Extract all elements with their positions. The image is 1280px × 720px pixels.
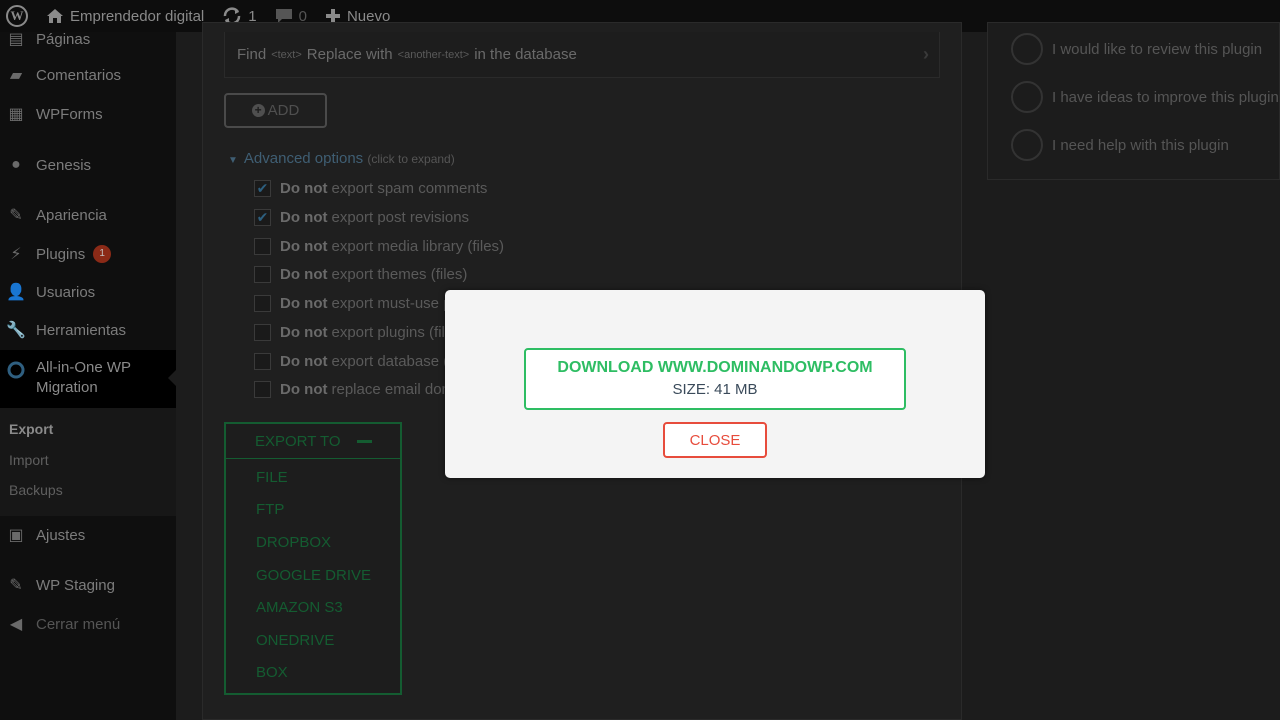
export-to-header[interactable]: EXPORT TO xyxy=(226,424,400,459)
option-post-revisions[interactable]: ✔ Do not export post revisions xyxy=(254,209,469,226)
users-icon: 👤 xyxy=(6,284,26,301)
tools-icon: 🔧 xyxy=(6,322,26,339)
appearance-icon: ✎ xyxy=(9,207,23,224)
submenu-backups[interactable]: Backups xyxy=(9,482,63,498)
minus-icon xyxy=(357,440,372,443)
radio-button[interactable] xyxy=(1011,81,1043,113)
wordpress-logo-icon: W xyxy=(6,5,28,27)
genesis-icon: ● xyxy=(11,156,21,173)
option-plugins[interactable]: Do not export plugins (file xyxy=(254,324,453,341)
close-button[interactable]: CLOSE xyxy=(663,422,767,458)
settings-icon: ▣ xyxy=(8,527,24,544)
radio-button[interactable] xyxy=(1011,33,1043,65)
option-themes[interactable]: Do not export themes (files) xyxy=(254,266,467,283)
sidebar-item-tools[interactable]: 🔧 Herramientas xyxy=(0,319,176,341)
sidebar-item-wpforms[interactable]: ▦ WPForms xyxy=(0,103,176,125)
radio-button[interactable] xyxy=(1011,129,1043,161)
checkbox-checked[interactable]: ✔ xyxy=(254,209,271,226)
export-option-dropbox[interactable]: DROPBOX xyxy=(256,534,331,551)
export-option-file[interactable]: FILE xyxy=(256,469,288,486)
checkbox[interactable] xyxy=(254,324,271,341)
checkbox[interactable] xyxy=(254,353,271,370)
export-option-amazon-s3[interactable]: AMAZON S3 xyxy=(256,599,343,616)
feedback-option-review[interactable]: I would like to review this plugin xyxy=(1011,33,1262,65)
option-spam-comments[interactable]: ✔ Do not export spam comments xyxy=(254,180,487,197)
migration-icon xyxy=(6,360,26,380)
plugins-icon: ⚡ xyxy=(10,246,22,263)
option-must-use-plugins[interactable]: Do not export must-use p xyxy=(254,295,452,312)
sidebar-item-comments[interactable]: ▰ Comentarios xyxy=(0,65,176,85)
pages-icon: ▤ xyxy=(8,31,24,48)
checkbox-checked[interactable]: ✔ xyxy=(254,180,271,197)
sidebar-collapse-menu[interactable]: ◀ Cerrar menú xyxy=(0,613,176,635)
checkbox[interactable] xyxy=(254,266,271,283)
comments-icon: ▰ xyxy=(9,67,23,84)
home-icon xyxy=(47,9,63,23)
submenu-export[interactable]: Export xyxy=(9,421,53,437)
submenu-import[interactable]: Import xyxy=(9,452,49,468)
option-email-domain[interactable]: Do not replace email dom xyxy=(254,381,454,398)
migration-submenu: Export Import Backups xyxy=(0,408,176,516)
admin-sidebar: ▤ Páginas ▰ Comentarios ▦ WPForms ● Gene… xyxy=(0,31,176,720)
sidebar-item-genesis[interactable]: ● Genesis xyxy=(0,154,176,176)
sidebar-item-all-in-one-migration[interactable]: All-in-One WP Migration xyxy=(0,350,176,408)
feedback-option-ideas[interactable]: I have ideas to improve this plugin xyxy=(1011,81,1279,113)
option-database[interactable]: Do not export database (s xyxy=(254,353,456,370)
plugins-update-badge: 1 xyxy=(93,245,112,263)
wpforms-icon: ▦ xyxy=(8,106,24,123)
staging-icon: ✎ xyxy=(9,577,23,594)
sidebar-item-appearance[interactable]: ✎ Apariencia xyxy=(0,204,176,226)
find-replace-row[interactable]: Find <text> Replace with <another-text> … xyxy=(224,32,940,78)
export-option-onedrive[interactable]: ONEDRIVE xyxy=(256,632,334,649)
export-to-dropdown: EXPORT TO FILE FTP DROPBOX GOOGLE DRIVE … xyxy=(224,422,402,695)
checkbox[interactable] xyxy=(254,295,271,312)
plus-circle-icon: + xyxy=(251,104,265,117)
checkbox[interactable] xyxy=(254,381,271,398)
export-option-ftp[interactable]: FTP xyxy=(256,501,284,518)
chevron-right-icon: › xyxy=(923,44,929,64)
export-option-google-drive[interactable]: GOOGLE DRIVE xyxy=(256,567,371,584)
add-button[interactable]: + ADD xyxy=(224,93,327,128)
download-button[interactable]: DOWNLOAD WWW.DOMINANDOWP.COM SIZE: 41 MB xyxy=(524,348,906,410)
sidebar-item-users[interactable]: 👤 Usuarios xyxy=(0,281,176,303)
site-name: Emprendedor digital xyxy=(70,7,205,25)
feedback-panel: I would like to review this plugin I hav… xyxy=(987,22,1280,180)
download-modal: DOWNLOAD WWW.DOMINANDOWP.COM SIZE: 41 MB… xyxy=(445,290,985,478)
feedback-option-help[interactable]: I need help with this plugin xyxy=(1011,129,1229,161)
collapse-icon: ◀ xyxy=(9,616,23,633)
sidebar-item-plugins[interactable]: ⚡ Plugins 1 xyxy=(0,243,176,265)
sidebar-item-settings[interactable]: ▣ Ajustes xyxy=(0,524,176,546)
checkbox[interactable] xyxy=(254,238,271,255)
advanced-options-toggle[interactable]: ▼ Advanced options (click to expand) xyxy=(228,150,455,167)
option-media-library[interactable]: Do not export media library (files) xyxy=(254,238,504,255)
sidebar-item-pages[interactable]: ▤ Páginas xyxy=(0,28,176,50)
triangle-down-icon: ▼ xyxy=(228,155,238,166)
export-option-box[interactable]: BOX xyxy=(256,664,288,681)
sidebar-item-wp-staging[interactable]: ✎ WP Staging xyxy=(0,574,176,596)
current-menu-pointer xyxy=(168,370,176,386)
